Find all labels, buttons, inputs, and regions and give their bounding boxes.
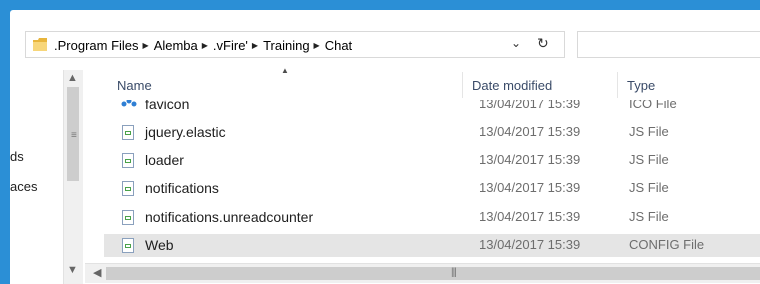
nav-pane-scrollbar[interactable]: ▲ ≡ ▼ [63,70,83,284]
scroll-down-icon[interactable]: ▼ [67,264,78,276]
breadcrumb-separator-icon[interactable]: ▶ [143,41,149,50]
breadcrumb-item-chat[interactable]: Chat [325,38,352,53]
file-row-web[interactable]: Web 13/04/2017 15:39 CONFIG File [104,234,760,257]
file-name: loader [145,152,184,168]
js-file-icon [122,153,134,168]
column-header-type[interactable]: Type [627,78,655,102]
column-header-date-modified[interactable]: Date modified [472,78,552,102]
scroll-up-icon[interactable]: ▲ [67,72,78,84]
nav-item-recent-places[interactable]: aces [10,179,37,194]
js-file-icon [122,181,134,196]
file-date: 13/04/2017 15:39 [479,124,581,139]
grip-icon: ||| [451,267,457,278]
grip-icon: ≡ [71,130,77,141]
file-date: 13/04/2017 15:39 [479,209,581,224]
file-date: 13/04/2017 15:39 [479,180,581,195]
scrollbar-thumb[interactable]: ||| [106,267,760,280]
file-row-jquery-elastic[interactable]: jquery.elastic 13/04/2017 15:39 JS File [104,121,760,144]
file-row-notifications-unreadcounter[interactable]: notifications.unreadcounter 13/04/2017 1… [104,206,760,229]
file-type: JS File [629,124,669,139]
breadcrumb-separator-icon[interactable]: ▶ [202,41,208,50]
file-name: notifications [145,180,219,196]
breadcrumb-separator-icon[interactable]: ▶ [314,41,320,50]
horizontal-scrollbar[interactable]: ◀ ||| [85,263,760,283]
scrollbar-thumb[interactable]: ≡ [67,87,79,181]
refresh-icon[interactable]: ↻ [537,35,549,52]
breadcrumb: .Program Files ▶ Alemba ▶ .vFire' ▶ Trai… [54,37,352,53]
nav-item-downloads[interactable]: ds [10,149,24,164]
file-row-loader[interactable]: loader 13/04/2017 15:39 JS File [104,149,760,172]
file-type: JS File [629,209,669,224]
column-divider[interactable] [617,72,618,98]
scroll-left-icon[interactable]: ◀ [93,266,101,279]
file-row-notifications[interactable]: notifications 13/04/2017 15:39 JS File [104,177,760,200]
breadcrumb-item-alemba[interactable]: Alemba [154,38,198,53]
file-type: JS File [629,180,669,195]
breadcrumb-item-training[interactable]: Training [263,38,309,53]
file-name: notifications.unreadcounter [145,209,314,225]
column-divider[interactable] [462,72,463,98]
file-type: CONFIG File [629,237,705,252]
breadcrumb-separator-icon[interactable]: ▶ [252,41,258,50]
column-header-name[interactable]: Name [117,78,152,102]
config-file-icon [122,238,134,253]
file-name: Web [145,237,174,253]
breadcrumb-item-vfire[interactable]: .vFire' [213,38,248,53]
file-type: JS File [629,152,669,167]
js-file-icon [122,125,134,140]
breadcrumb-item-program-files[interactable]: .Program Files [54,38,139,53]
file-name: jquery.elastic [145,124,226,140]
address-bar[interactable]: .Program Files ▶ Alemba ▶ .vFire' ▶ Trai… [25,31,565,58]
sort-ascending-icon: ▲ [281,66,289,75]
chevron-down-icon[interactable]: ⌄ [511,36,521,50]
folder-icon [33,38,47,51]
search-input[interactable] [577,31,760,58]
file-date: 13/04/2017 15:39 [479,152,581,167]
js-file-icon [122,210,134,225]
file-date: 13/04/2017 15:39 [479,237,581,252]
